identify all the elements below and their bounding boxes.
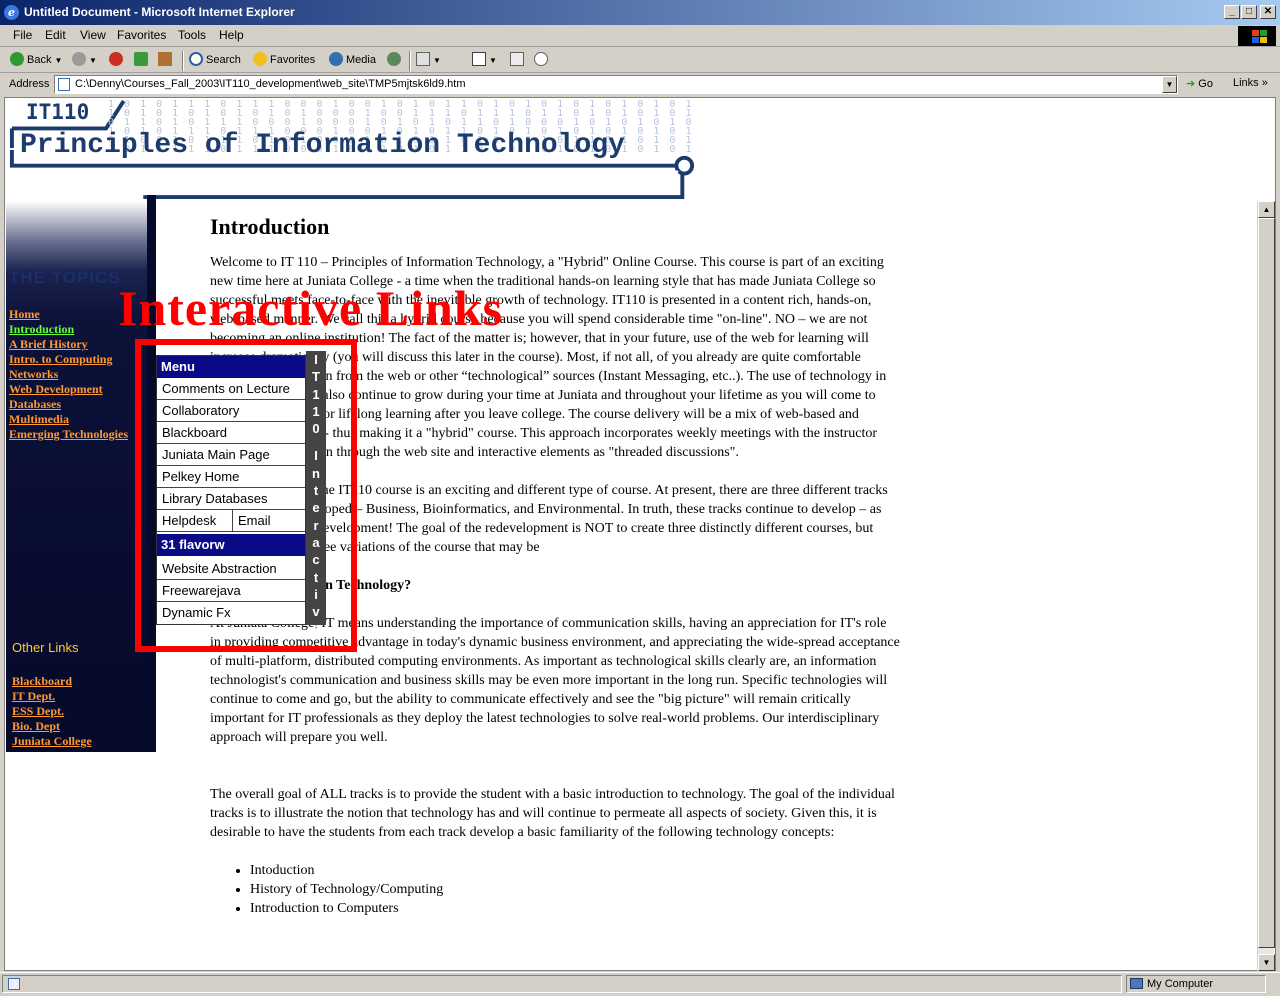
refresh-button[interactable] xyxy=(134,52,151,70)
menu-favorites[interactable]: Favorites xyxy=(117,28,166,42)
computer-icon xyxy=(1130,978,1143,989)
page-status-icon xyxy=(8,978,20,990)
forward-button[interactable]: ▼ xyxy=(72,52,97,70)
concepts-list: Intoduction History of Technology/Comput… xyxy=(250,861,900,918)
scroll-thumb[interactable] xyxy=(1258,218,1275,948)
address-dropdown-button[interactable]: ▼ xyxy=(1162,76,1177,93)
edit-button[interactable]: ▼ xyxy=(472,52,497,70)
status-text-area xyxy=(2,975,1122,993)
menu-file[interactable]: File xyxy=(13,28,32,42)
topic-link-history[interactable]: A Brief History xyxy=(9,337,88,352)
annotation-highlight-box xyxy=(135,339,357,652)
other-link-ess-dept[interactable]: ESS Dept. xyxy=(12,704,64,719)
topics-heading: THE TOPICS xyxy=(9,268,121,287)
refresh-icon xyxy=(134,52,148,66)
other-link-blackboard[interactable]: Blackboard xyxy=(12,674,72,689)
media-button[interactable]: Media xyxy=(329,52,376,70)
other-link-juniata[interactable]: Juniata College xyxy=(12,734,92,749)
stop-icon xyxy=(109,52,123,66)
discuss-icon xyxy=(510,52,524,66)
topic-link-emerging[interactable]: Emerging Technologies xyxy=(9,427,128,442)
mail-icon xyxy=(416,52,430,66)
other-link-it-dept[interactable]: IT Dept. xyxy=(12,689,55,704)
security-zone: My Computer xyxy=(1126,975,1266,993)
other-link-bio-dept[interactable]: Bio. Dept xyxy=(12,719,60,734)
back-arrow-icon xyxy=(10,52,24,66)
title-bar: e Untitled Document - Microsoft Internet… xyxy=(0,0,1280,25)
toolbar-separator xyxy=(182,51,184,71)
menu-edit[interactable]: Edit xyxy=(45,28,66,42)
back-button[interactable]: Back ▼ xyxy=(10,52,62,70)
topic-link-computing[interactable]: Intro. to Computing xyxy=(9,352,112,367)
course-code: IT110 xyxy=(26,100,90,124)
topic-link-home[interactable]: Home xyxy=(9,307,40,322)
stop-button[interactable] xyxy=(109,52,126,70)
home-icon xyxy=(158,52,172,66)
vertical-scrollbar[interactable]: ▲ ▼ xyxy=(1257,201,1275,971)
history-button[interactable] xyxy=(387,52,404,70)
maximize-button[interactable]: □ xyxy=(1241,5,1257,19)
menu-bar: File Edit View Favorites Tools Help xyxy=(0,25,1280,47)
scroll-down-button[interactable]: ▼ xyxy=(1258,954,1275,971)
window-title: Untitled Document - Microsoft Internet E… xyxy=(24,5,295,19)
mail-button[interactable]: ▼ xyxy=(416,52,441,70)
course-title: Principles of Information Technology xyxy=(20,130,625,161)
list-item: Introduction to Computers xyxy=(250,899,900,918)
messenger-button[interactable] xyxy=(534,52,551,70)
address-label: Address xyxy=(9,78,50,90)
toolbar-separator xyxy=(409,51,411,71)
other-links-heading: Other Links xyxy=(12,640,79,655)
go-button[interactable]: ➜ Go xyxy=(1186,77,1213,90)
edit-word-icon xyxy=(472,52,486,66)
toolbar: Back ▼ ▼ Search Favorites Media ▼ ▼ xyxy=(0,48,1280,73)
menu-view[interactable]: View xyxy=(80,28,106,42)
discuss-button[interactable] xyxy=(510,52,527,70)
list-item: Intoduction xyxy=(250,861,900,880)
topic-link-introduction[interactable]: Introduction xyxy=(9,322,74,337)
address-input[interactable]: C:\Denny\Courses_Fall_2003\IT110_develop… xyxy=(54,75,1178,94)
list-item: History of Technology/Computing xyxy=(250,880,900,899)
annotation-caption: Interactive Links xyxy=(118,280,504,336)
topic-link-databases[interactable]: Databases xyxy=(9,397,61,412)
page-title: Introduction xyxy=(210,214,330,239)
messenger-icon xyxy=(534,52,548,66)
favorites-button[interactable]: Favorites xyxy=(253,52,315,70)
menu-help[interactable]: Help xyxy=(219,28,244,42)
page-icon xyxy=(58,78,70,91)
topic-link-multimedia[interactable]: Multimedia xyxy=(9,412,69,427)
history-icon xyxy=(387,52,401,66)
scroll-up-button[interactable]: ▲ xyxy=(1258,201,1275,218)
windows-logo-icon xyxy=(1238,26,1276,46)
search-button[interactable]: Search xyxy=(189,52,241,70)
home-button[interactable] xyxy=(158,52,175,70)
forward-arrow-icon xyxy=(72,52,86,66)
close-button[interactable]: ✕ xyxy=(1260,5,1276,19)
media-icon xyxy=(329,52,343,66)
topic-link-web-development[interactable]: Web Development xyxy=(9,382,103,397)
minimize-button[interactable]: _ xyxy=(1224,5,1240,19)
links-button[interactable]: Links » xyxy=(1233,77,1268,89)
topic-link-networks[interactable]: Networks xyxy=(9,367,58,382)
menu-tools[interactable]: Tools xyxy=(178,28,206,42)
search-icon xyxy=(189,52,203,66)
favorites-star-icon xyxy=(253,52,267,66)
ie-icon: e xyxy=(4,5,19,20)
goals-paragraph: The overall goal of ALL tracks is to pro… xyxy=(210,787,895,840)
